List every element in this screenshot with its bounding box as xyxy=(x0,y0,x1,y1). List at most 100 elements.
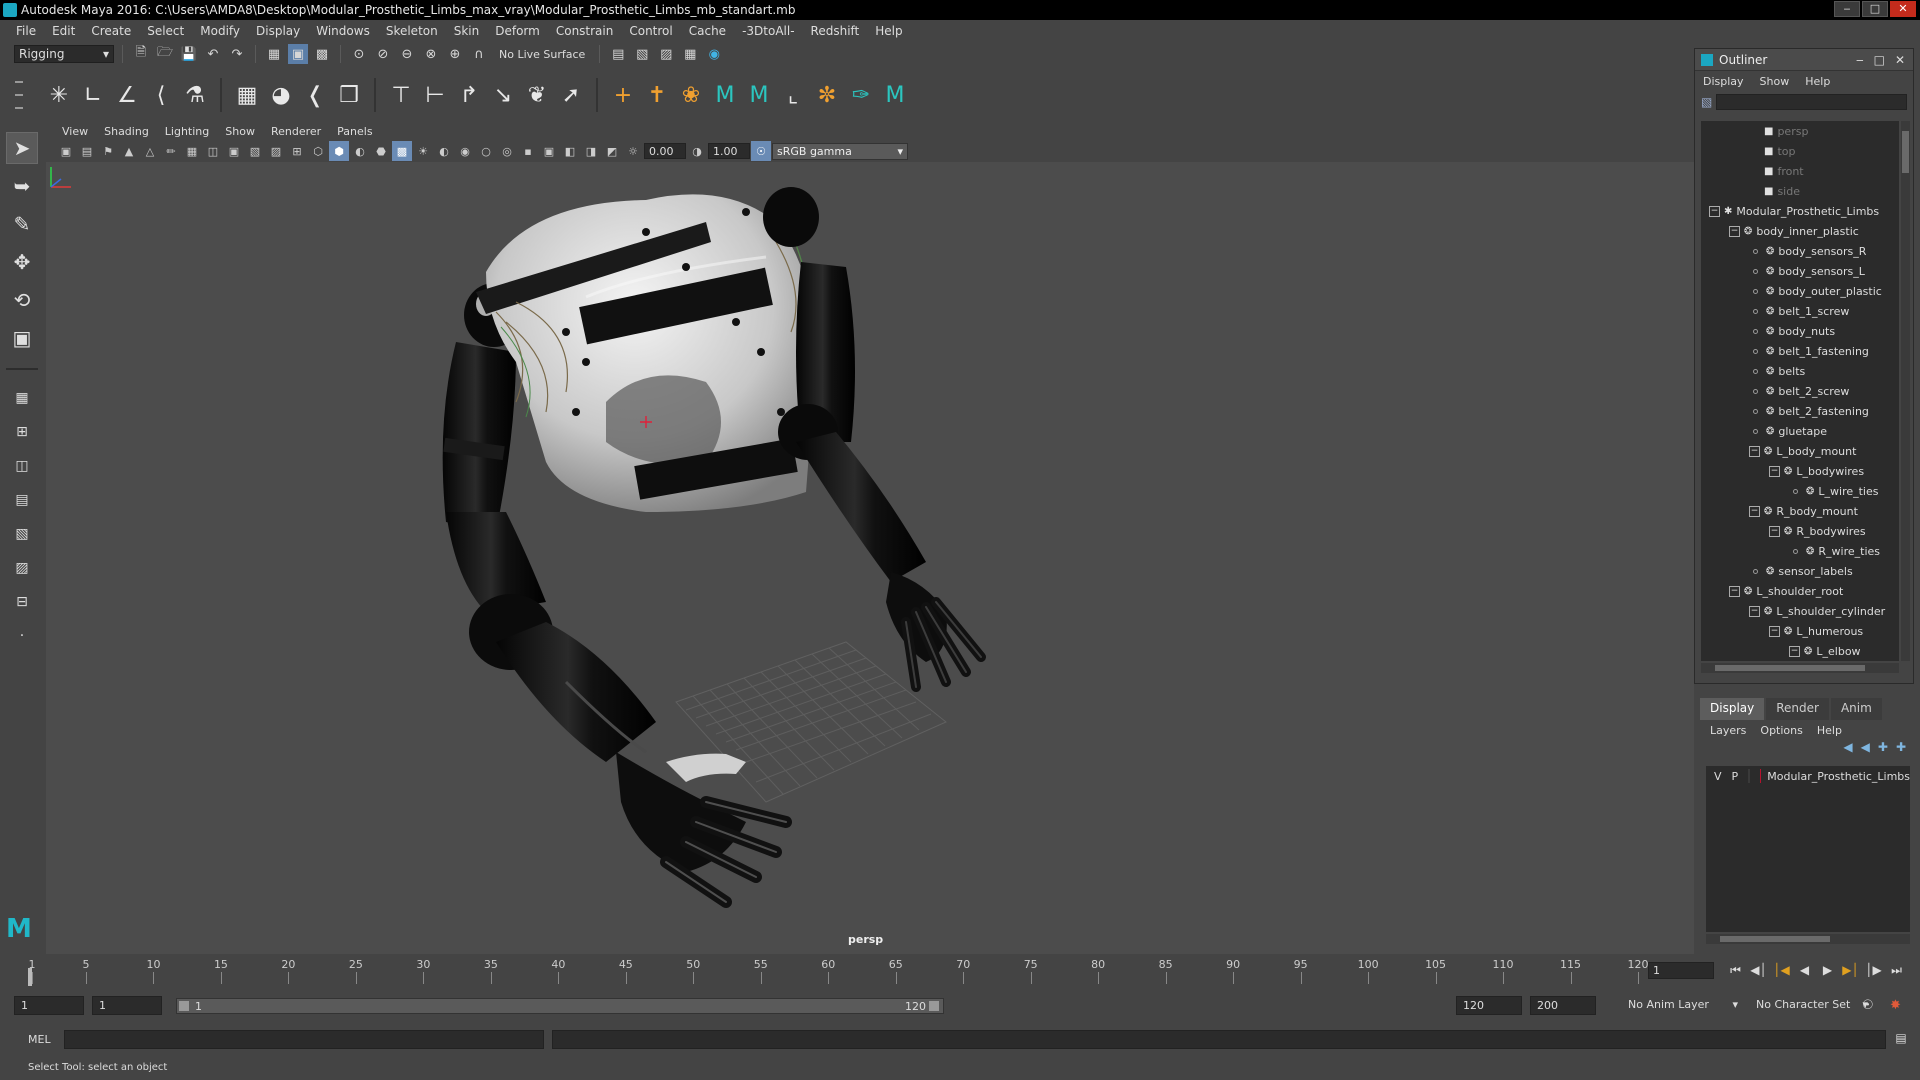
panel-menu-view[interactable]: View xyxy=(54,125,96,138)
menu-select[interactable]: Select xyxy=(139,24,192,38)
select-object-icon[interactable]: ▣ xyxy=(288,44,308,64)
magnet-icon[interactable]: ∩ xyxy=(469,44,489,64)
script-editor-icon[interactable]: ▤ xyxy=(1892,1031,1910,1049)
snap-curve-icon[interactable]: ⊘ xyxy=(373,44,393,64)
outliner-item[interactable]: ❂ belts xyxy=(1701,361,1899,381)
point-constraint-icon[interactable]: ⊤ xyxy=(384,78,418,112)
outliner-item[interactable]: ❂ body_sensors_L xyxy=(1701,261,1899,281)
outliner-item[interactable]: − ✱ Modular_Prosthetic_Limbs xyxy=(1701,201,1899,221)
camera-attributes-icon[interactable]: ▤ xyxy=(77,141,97,161)
menu-file[interactable]: File xyxy=(8,24,44,38)
outliner-item[interactable]: ❂ R_wire_ties xyxy=(1701,541,1899,561)
outliner-item[interactable]: ■ persp xyxy=(1701,121,1899,141)
xray-icon[interactable]: ◧ xyxy=(560,141,580,161)
scrollbar-thumb[interactable] xyxy=(1720,936,1830,942)
outliner-menu-show[interactable]: Show xyxy=(1760,75,1790,88)
outliner-item[interactable]: ❂ belt_1_screw xyxy=(1701,301,1899,321)
gamma-field[interactable]: 1.00 xyxy=(708,143,750,159)
menu-modify[interactable]: Modify xyxy=(192,24,248,38)
layer-menu-options[interactable]: Options xyxy=(1760,724,1802,737)
outliner-filter-input[interactable] xyxy=(1716,94,1907,110)
outliner-item[interactable]: − ❂ L_shoulder_cylinder xyxy=(1701,601,1899,621)
range-start-handle[interactable] xyxy=(179,1001,189,1011)
empty-slot-icon[interactable]: ⌞ xyxy=(776,78,810,112)
collapse-toggle-icon[interactable]: − xyxy=(1749,445,1760,457)
insert-joint-icon[interactable]: ⟨ xyxy=(144,78,178,112)
go-to-start-icon[interactable]: ⏮ xyxy=(1726,960,1745,980)
outliner-menu-display[interactable]: Display xyxy=(1703,75,1744,88)
current-frame-marker[interactable] xyxy=(28,968,32,986)
film-gate-icon[interactable]: ◫ xyxy=(203,141,223,161)
layer-visibility-toggle[interactable]: V xyxy=(1714,770,1722,783)
outliner-menu-help[interactable]: Help xyxy=(1805,75,1830,88)
maya-tool-2-icon[interactable]: M xyxy=(742,78,776,112)
play-forwards-icon[interactable]: ▶ xyxy=(1818,960,1837,980)
joint-tool-icon[interactable]: ✳ xyxy=(42,78,76,112)
filter-icon[interactable]: ▧ xyxy=(1701,95,1712,109)
ik-fk-icon[interactable]: ✝ xyxy=(640,78,674,112)
layer-row[interactable]: V P Modular_Prosthetic_Limbs xyxy=(1706,766,1910,786)
rotate-tool-icon[interactable]: ⟲ xyxy=(6,284,38,316)
ipr-render-icon[interactable]: ▨ xyxy=(656,44,676,64)
lasso-tool-icon[interactable]: ➥ xyxy=(6,170,38,202)
render-settings-icon[interactable]: ▤ xyxy=(608,44,628,64)
persp-graph-layout-icon[interactable]: ▤ xyxy=(7,486,37,514)
panel-menu-lighting[interactable]: Lighting xyxy=(157,125,217,138)
live-surface-field[interactable]: No Live Surface xyxy=(493,48,591,61)
command-input[interactable] xyxy=(64,1030,544,1049)
range-slider-bar[interactable]: 1 120 xyxy=(176,998,944,1014)
outliner-item[interactable]: − ❂ R_bodywires xyxy=(1701,521,1899,541)
single-perspective-layout-icon[interactable]: ▦ xyxy=(7,384,37,412)
outliner-item[interactable]: − ❂ L_humerous xyxy=(1701,621,1899,641)
play-backwards-icon[interactable]: ◀ xyxy=(1795,960,1814,980)
layer-menu-layers[interactable]: Layers xyxy=(1710,724,1746,737)
select-camera-icon[interactable]: ▣ xyxy=(56,141,76,161)
color-management-icon[interactable]: ☉ xyxy=(751,141,771,161)
hypershade-icon[interactable]: ◉ xyxy=(704,44,724,64)
safe-action-icon[interactable]: ⊞ xyxy=(287,141,307,161)
layer-display-type[interactable] xyxy=(1748,769,1750,783)
menu-help[interactable]: Help xyxy=(867,24,910,38)
grease-pencil-icon[interactable]: ✏ xyxy=(161,141,181,161)
move-layer-down-icon[interactable]: ◀ xyxy=(1861,740,1870,760)
anim-layer-dropdown[interactable]: No Anim Layer ▾ xyxy=(1622,996,1744,1015)
new-scene-icon[interactable]: 🗎 xyxy=(131,44,151,64)
xray-joints-icon[interactable]: ◩ xyxy=(602,141,622,161)
collapse-toggle-icon[interactable]: − xyxy=(1729,225,1740,237)
minimize-button[interactable]: ‒ xyxy=(1834,1,1860,17)
render-current-icon[interactable]: ▧ xyxy=(632,44,652,64)
render-view-icon[interactable]: ▦ xyxy=(680,44,700,64)
collapse-toggle-icon[interactable]: − xyxy=(1769,465,1780,477)
outliner-vertical-scrollbar[interactable] xyxy=(1901,121,1910,661)
animation-start-field[interactable]: 1 xyxy=(14,996,84,1015)
bind-skin-icon[interactable]: ✼ xyxy=(810,78,844,112)
outliner-item[interactable]: − ❂ body_inner_plastic xyxy=(1701,221,1899,241)
field-chart-icon[interactable]: ▨ xyxy=(266,141,286,161)
mirror-joint-icon[interactable]: ⚗ xyxy=(178,78,212,112)
outliner-title-bar[interactable]: Outliner ‒ □ ✕ xyxy=(1695,49,1913,71)
paint-weights-icon[interactable]: ✑ xyxy=(844,78,878,112)
save-scene-icon[interactable]: 💾 xyxy=(179,44,199,64)
playback-start-field[interactable]: 1 xyxy=(92,996,162,1015)
menu-3dtoall[interactable]: -3DtoAll- xyxy=(734,24,802,38)
menu-set-dropdown[interactable]: Rigging ▾ xyxy=(14,45,114,63)
range-end-handle[interactable] xyxy=(929,1001,939,1011)
snap-surface-icon[interactable]: ⊕ xyxy=(445,44,465,64)
outliner-item[interactable]: ❂ belt_2_screw xyxy=(1701,381,1899,401)
panel-menu-show[interactable]: Show xyxy=(217,125,263,138)
menu-cache[interactable]: Cache xyxy=(681,24,734,38)
bookmark-icon[interactable]: ⚑ xyxy=(98,141,118,161)
isolate-select-icon[interactable]: ▣ xyxy=(539,141,559,161)
grid-icon[interactable]: ▦ xyxy=(182,141,202,161)
screen-space-ao-icon[interactable]: ◉ xyxy=(455,141,475,161)
sculpt-deformer-icon[interactable]: ❒ xyxy=(332,78,366,112)
paint-select-icon[interactable]: ✎ xyxy=(6,208,38,240)
scrollbar-thumb[interactable] xyxy=(1715,665,1865,671)
wrap-deformer-icon[interactable]: ❬ xyxy=(298,78,332,112)
collapse-toggle-icon[interactable]: − xyxy=(1769,625,1780,637)
outliner-item[interactable]: ❂ sensor_labels xyxy=(1701,561,1899,581)
smooth-shade-icon[interactable]: ⬢ xyxy=(329,141,349,161)
layout-more-icon[interactable]: · xyxy=(7,622,37,650)
layer-horizontal-scrollbar[interactable] xyxy=(1706,934,1910,944)
outliner-close-button[interactable]: ✕ xyxy=(1895,53,1905,67)
